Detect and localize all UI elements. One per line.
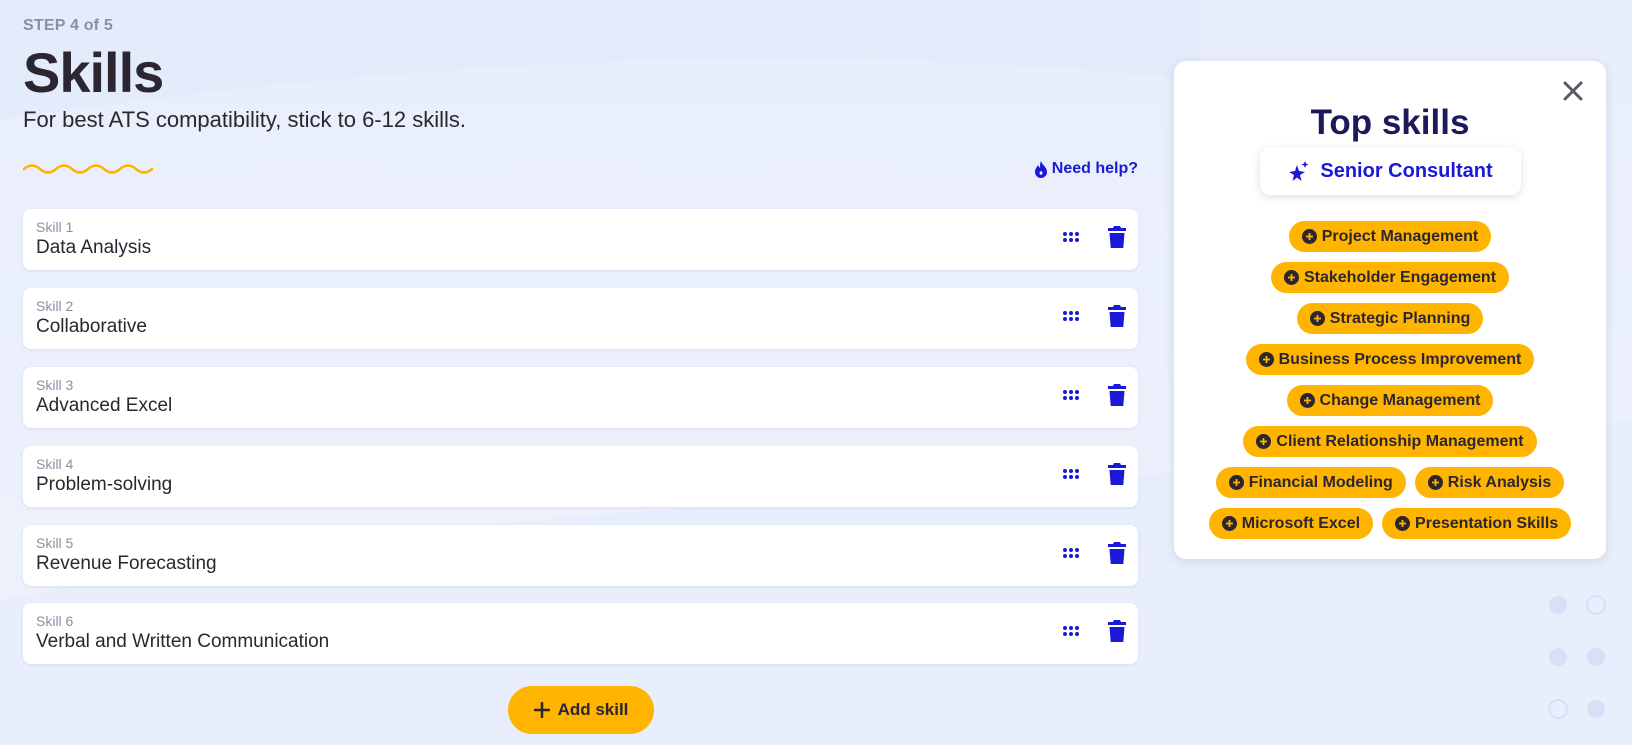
role-chip: Senior Consultant bbox=[1260, 147, 1521, 195]
suggested-skill-label: Client Relationship Management bbox=[1276, 432, 1524, 450]
skill-label: Skill 3 bbox=[36, 377, 74, 393]
suggested-skill-label: Microsoft Excel bbox=[1241, 514, 1361, 532]
drag-handle-icon[interactable] bbox=[1062, 388, 1080, 402]
pill-row: Microsoft Excel Presentation Skills bbox=[1174, 508, 1606, 539]
drag-handle-icon[interactable] bbox=[1062, 309, 1080, 323]
pill-row: Stakeholder Engagement bbox=[1174, 262, 1606, 293]
panel-title: Top skills bbox=[1310, 103, 1470, 142]
plus-circle-icon bbox=[1256, 434, 1272, 449]
trash-icon[interactable] bbox=[1108, 542, 1126, 564]
top-skills-panel: Top skills Senior Consultant Project Man… bbox=[1174, 61, 1606, 559]
skill-row-3[interactable]: Skill 3 Advanced Excel bbox=[23, 367, 1138, 428]
suggested-skill-pill[interactable]: Project Management bbox=[1288, 221, 1492, 252]
close-icon[interactable] bbox=[1562, 80, 1584, 102]
plus-circle-icon bbox=[1228, 475, 1244, 490]
skill-input[interactable]: Data Analysis bbox=[36, 237, 151, 259]
suggested-skill-pill[interactable]: Financial Modeling bbox=[1215, 467, 1406, 498]
suggested-skill-pill[interactable]: Strategic Planning bbox=[1296, 303, 1484, 334]
skill-input[interactable]: Verbal and Written Communication bbox=[36, 631, 329, 653]
skill-label: Skill 6 bbox=[36, 613, 74, 629]
trash-icon[interactable] bbox=[1108, 226, 1126, 248]
pill-row: Business Process Improvement bbox=[1174, 344, 1606, 375]
suggested-skill-pill[interactable]: Microsoft Excel bbox=[1208, 508, 1374, 539]
plus-circle-icon bbox=[1299, 393, 1315, 408]
need-help-label: Need help? bbox=[1051, 160, 1138, 177]
suggested-skill-label: Financial Modeling bbox=[1248, 473, 1393, 491]
skill-input[interactable]: Advanced Excel bbox=[36, 395, 172, 417]
skill-row-2[interactable]: Skill 2 Collaborative bbox=[23, 288, 1138, 349]
suggested-skill-pill[interactable]: Stakeholder Engagement bbox=[1270, 262, 1510, 293]
skill-label: Skill 4 bbox=[36, 456, 74, 472]
add-skill-label: Add skill bbox=[557, 700, 629, 719]
suggested-skill-label: Business Process Improvement bbox=[1278, 350, 1522, 368]
pill-row: Project Management bbox=[1174, 221, 1606, 252]
decorative-dots bbox=[1548, 595, 1606, 719]
pill-row: Change Management bbox=[1174, 385, 1606, 416]
skill-label: Skill 5 bbox=[36, 535, 74, 551]
drag-handle-icon[interactable] bbox=[1062, 467, 1080, 481]
suggested-skill-pill[interactable]: Business Process Improvement bbox=[1245, 344, 1535, 375]
suggested-skill-label: Strategic Planning bbox=[1329, 309, 1471, 327]
pill-row: Financial Modeling Risk Analysis bbox=[1174, 467, 1606, 498]
drag-handle-icon[interactable] bbox=[1062, 230, 1080, 244]
plus-circle-icon bbox=[1309, 311, 1325, 326]
page-title: Skills bbox=[23, 41, 164, 104]
skill-row-4[interactable]: Skill 4 Problem-solving bbox=[23, 446, 1138, 507]
suggested-skill-label: Risk Analysis bbox=[1447, 473, 1552, 491]
pill-row: Strategic Planning bbox=[1174, 303, 1606, 334]
skill-row-5[interactable]: Skill 5 Revenue Forecasting bbox=[23, 525, 1138, 586]
plus-circle-icon bbox=[1301, 229, 1317, 244]
suggested-skill-pill[interactable]: Change Management bbox=[1286, 385, 1494, 416]
plus-circle-icon bbox=[1283, 270, 1299, 285]
need-help-link[interactable]: Need help? bbox=[1034, 160, 1138, 178]
trash-icon[interactable] bbox=[1108, 305, 1126, 327]
trash-icon[interactable] bbox=[1108, 463, 1126, 485]
pill-row: Client Relationship Management bbox=[1174, 426, 1606, 457]
plus-circle-icon bbox=[1221, 516, 1237, 531]
trash-icon[interactable] bbox=[1108, 384, 1126, 406]
plus-circle-icon bbox=[1258, 352, 1274, 367]
drag-handle-icon[interactable] bbox=[1062, 546, 1080, 560]
skill-input[interactable]: Revenue Forecasting bbox=[36, 553, 217, 575]
suggested-skill-label: Presentation Skills bbox=[1415, 514, 1559, 532]
plus-circle-icon bbox=[1427, 475, 1443, 490]
suggested-skill-label: Project Management bbox=[1321, 227, 1479, 245]
skill-label: Skill 1 bbox=[36, 219, 74, 235]
skill-row-1[interactable]: Skill 1 Data Analysis bbox=[23, 209, 1138, 270]
suggested-skill-pill[interactable]: Risk Analysis bbox=[1414, 467, 1565, 498]
suggested-skills: Project Management Stakeholder Engagemen… bbox=[1174, 221, 1606, 549]
flame-icon bbox=[1034, 160, 1047, 178]
skill-input[interactable]: Problem-solving bbox=[36, 474, 172, 496]
sparkle-star-icon bbox=[1289, 161, 1309, 181]
trash-icon[interactable] bbox=[1108, 620, 1126, 642]
suggested-skill-label: Stakeholder Engagement bbox=[1303, 268, 1497, 286]
step-indicator: STEP 4 of 5 bbox=[23, 17, 113, 34]
drag-handle-icon[interactable] bbox=[1062, 624, 1080, 638]
squiggle-decoration bbox=[23, 164, 154, 174]
suggested-skill-pill[interactable]: Client Relationship Management bbox=[1243, 426, 1537, 457]
skill-input[interactable]: Collaborative bbox=[36, 316, 147, 338]
suggested-skill-label: Change Management bbox=[1319, 391, 1481, 409]
page-subtitle: For best ATS compatibility, stick to 6-1… bbox=[23, 107, 466, 132]
role-title: Senior Consultant bbox=[1320, 159, 1493, 182]
skill-label: Skill 2 bbox=[36, 298, 74, 314]
skill-row-6[interactable]: Skill 6 Verbal and Written Communication bbox=[23, 603, 1138, 664]
plus-icon bbox=[533, 702, 550, 718]
add-skill-button[interactable]: Add skill bbox=[508, 686, 654, 734]
plus-circle-icon bbox=[1395, 516, 1411, 531]
suggested-skill-pill[interactable]: Presentation Skills bbox=[1382, 508, 1572, 539]
